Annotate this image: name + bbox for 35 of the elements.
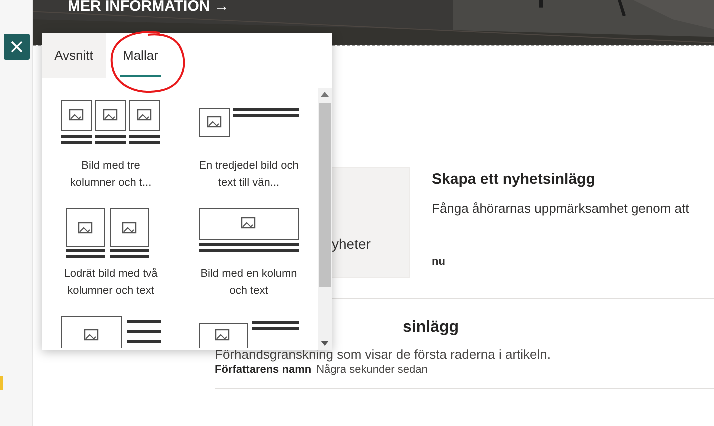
scroll-up-icon[interactable] [321, 92, 329, 97]
image-icon [84, 329, 99, 341]
image-icon [207, 116, 222, 128]
template-item[interactable]: Lodrät bild med två kolumner och text [46, 208, 176, 300]
image-icon [241, 217, 256, 229]
template-item[interactable]: Bild med tre kolumner och t... [46, 100, 176, 192]
image-icon [122, 222, 137, 234]
close-icon [11, 41, 23, 53]
more-info-link[interactable]: MER INFORMATION → [68, 0, 230, 15]
template-label: En tredjedel bild och text till vän... [198, 159, 300, 191]
scrollbar-thumb[interactable] [319, 103, 331, 287]
tab[interactable]: Mallar [112, 33, 170, 78]
author-name: Författarens namn [215, 364, 312, 376]
template-label: Bild med tre kolumner och t... [69, 159, 153, 191]
scroll-down-icon[interactable] [321, 341, 329, 346]
news-time: Några sekunder sedan [316, 364, 428, 376]
image-icon [137, 109, 152, 121]
image-icon [78, 222, 93, 234]
template-label: Bild med en kolumn och text [200, 267, 298, 299]
scrollbar[interactable] [318, 88, 332, 350]
news-title: Skapa ett nyhetsinlägg [432, 171, 596, 188]
template-label: Lodrät bild med två kolumner och text [63, 267, 159, 299]
thumbnail-text: yheter [332, 236, 371, 252]
image-icon [69, 109, 84, 121]
tab[interactable]: Avsnitt [42, 33, 106, 78]
template-item[interactable]: En tredjedel bild och text till vän... [184, 100, 314, 192]
template-item[interactable]: Bild med en kolumn och text [184, 208, 314, 300]
news-description: Förhandsgranskning som visar de första raderna i artikeln. [215, 347, 552, 362]
close-button[interactable] [4, 34, 30, 60]
news-title: sinlägg [403, 319, 460, 337]
highlight-bar [0, 376, 3, 390]
news-description: Fånga åhörarnas uppmärksamhet genom att [432, 201, 690, 216]
news-time: nu [432, 256, 446, 268]
image-icon [215, 329, 230, 341]
image-icon [103, 109, 118, 121]
